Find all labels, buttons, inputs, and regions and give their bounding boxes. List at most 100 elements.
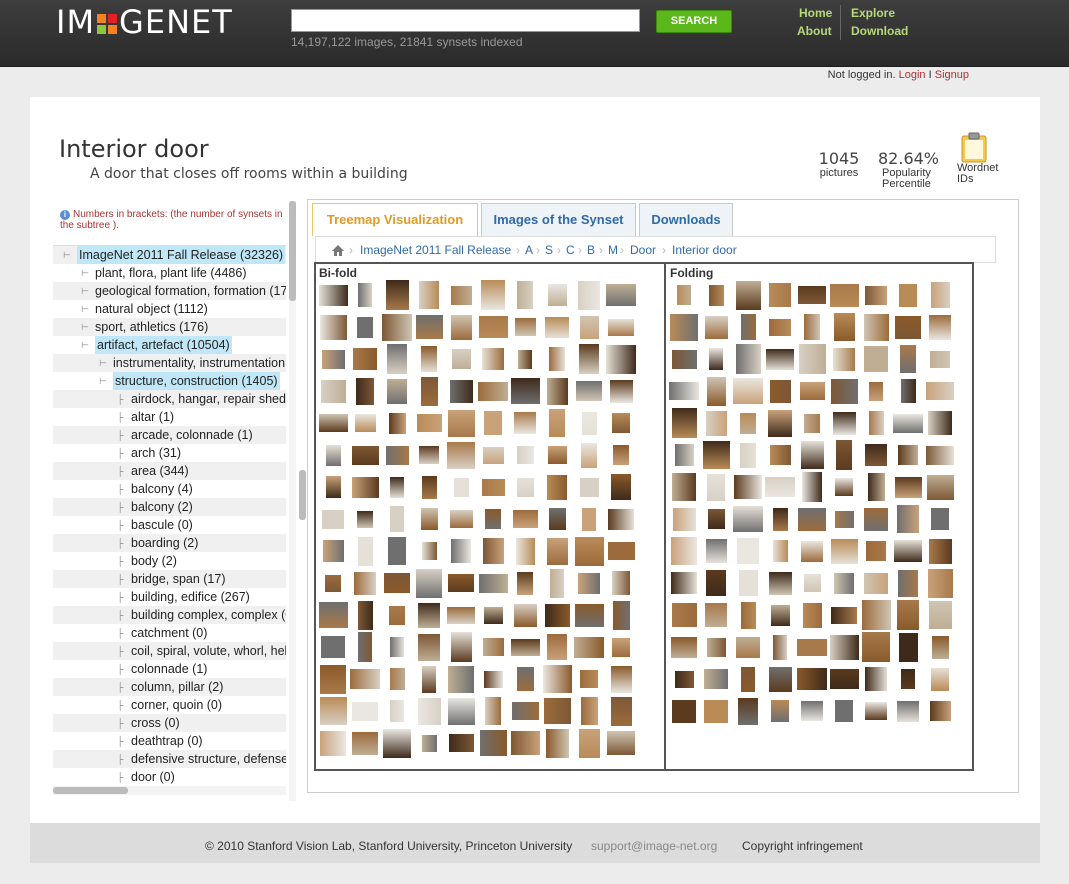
treemap-thumbnail[interactable] — [581, 411, 597, 435]
treemap-thumbnail[interactable] — [672, 699, 696, 723]
treemap-thumbnail[interactable] — [738, 697, 758, 725]
tree-node[interactable]: ├ building, edifice (267) — [53, 588, 286, 606]
tree-twisty-icon[interactable]: ⊢ — [81, 264, 89, 282]
treemap-thumbnail[interactable] — [705, 539, 727, 563]
treemap-thumbnail[interactable] — [418, 633, 440, 661]
treemap-thumbnail[interactable] — [766, 348, 794, 370]
treemap-thumbnail[interactable] — [351, 476, 379, 498]
tree-twisty-icon[interactable]: ├ — [117, 408, 123, 426]
breadcrumb-item-s[interactable]: S — [545, 237, 553, 263]
treemap-thumbnail[interactable] — [576, 381, 602, 401]
treemap-thumbnail[interactable] — [867, 473, 885, 501]
treemap-thumbnail[interactable] — [580, 697, 598, 725]
tree-twisty-icon[interactable]: ⊢ — [81, 300, 89, 318]
treemap-thumbnail[interactable] — [928, 538, 952, 564]
treemap-thumbnail[interactable] — [390, 476, 404, 498]
tree-node[interactable]: ├ bridge, span (17) — [53, 570, 286, 588]
treemap-thumbnail[interactable] — [512, 510, 538, 528]
treemap-thumbnail[interactable] — [894, 540, 922, 562]
treemap-thumbnail[interactable] — [448, 734, 474, 752]
treemap-thumbnail[interactable] — [900, 379, 916, 403]
treemap-thumbnail[interactable] — [861, 600, 891, 630]
treemap-thumbnail[interactable] — [864, 507, 888, 531]
treemap-thumbnail[interactable] — [741, 666, 755, 692]
treemap-thumbnail[interactable] — [735, 280, 761, 310]
treemap-thumbnail[interactable] — [733, 378, 763, 404]
treemap-thumbnail[interactable] — [545, 728, 569, 758]
treemap-thumbnail[interactable] — [702, 441, 730, 469]
treemap-thumbnail[interactable] — [384, 573, 410, 593]
treemap-thumbnail[interactable] — [516, 446, 534, 464]
treemap-thumbnail[interactable] — [325, 574, 341, 592]
tree-twisty-icon[interactable]: ├ — [117, 534, 123, 552]
treemap-thumbnail[interactable] — [866, 541, 886, 561]
tree-twisty-icon[interactable]: ├ — [117, 696, 123, 714]
treemap-thumbnail[interactable] — [798, 286, 826, 304]
treemap-thumbnail[interactable] — [357, 600, 373, 630]
synset-tree[interactable]: ⊢ ImageNet 2011 Fall Release (32326) ⊢ plan… — [53, 245, 286, 785]
treemap-thumbnail[interactable] — [485, 697, 501, 725]
treemap-thumbnail[interactable] — [830, 378, 858, 404]
treemap-thumbnail[interactable] — [801, 540, 823, 562]
treemap-thumbnail[interactable] — [927, 568, 953, 598]
treemap-thumbnail[interactable] — [929, 701, 951, 721]
treemap-thumbnail[interactable] — [893, 413, 923, 433]
treemap-thumbnail[interactable] — [448, 665, 474, 693]
treemap-thumbnail[interactable] — [352, 731, 378, 755]
treemap-thumbnail[interactable] — [736, 636, 760, 658]
tree-node-label[interactable]: catchment (0) — [131, 624, 207, 642]
treemap-thumbnail[interactable] — [387, 378, 407, 404]
login-link[interactable]: Login — [899, 69, 926, 81]
treemap-thumbnail[interactable] — [768, 571, 792, 595]
treemap-thumbnail[interactable] — [831, 606, 857, 624]
treemap-thumbnail[interactable] — [607, 731, 635, 755]
treemap-thumbnail[interactable] — [612, 413, 630, 433]
treemap-thumbnail[interactable] — [544, 603, 570, 627]
treemap-thumbnail[interactable] — [899, 283, 917, 307]
treemap-thumbnail[interactable] — [516, 477, 534, 497]
treemap-thumbnail[interactable] — [704, 699, 728, 723]
treemap-thumbnail[interactable] — [671, 572, 697, 594]
treemap-thumbnail[interactable] — [737, 538, 759, 564]
treemap-thumbnail[interactable] — [613, 445, 629, 465]
treemap-thumbnail[interactable] — [707, 473, 725, 501]
treemap-thumbnail[interactable] — [706, 376, 726, 406]
tree-twisty-icon[interactable]: ├ — [117, 606, 123, 624]
treemap-thumbnail[interactable] — [928, 411, 952, 435]
treemap-thumbnail[interactable] — [416, 414, 442, 432]
treemap-thumbnail[interactable] — [798, 344, 826, 374]
treemap-thumbnail[interactable] — [738, 570, 758, 596]
treemap-thumbnail[interactable] — [897, 600, 919, 630]
tree-twisty-icon[interactable]: ├ — [117, 498, 123, 516]
treemap-thumbnail[interactable] — [387, 344, 407, 374]
treemap-thumbnail[interactable] — [478, 316, 508, 338]
treemap-thumbnail[interactable] — [931, 667, 949, 691]
treemap-thumbnail[interactable] — [450, 314, 472, 340]
tree-twisty-icon[interactable]: ├ — [117, 642, 123, 660]
treemap-thumbnail[interactable] — [390, 700, 404, 722]
treemap-thumbnail[interactable] — [671, 408, 697, 438]
treemap-thumbnail[interactable] — [797, 668, 827, 690]
treemap-thumbnail[interactable] — [608, 318, 634, 336]
treemap-thumbnail[interactable] — [734, 475, 762, 499]
tree-horizontal-scrollbar[interactable] — [53, 786, 286, 795]
treemap-thumbnail[interactable] — [325, 444, 341, 466]
treemap-thumbnail[interactable] — [548, 508, 566, 530]
treemap-thumbnail[interactable] — [546, 377, 568, 405]
treemap-thumbnail[interactable] — [865, 444, 887, 466]
tree-node[interactable]: ├ deathtrap (0) — [53, 732, 286, 750]
treemap-thumbnail[interactable] — [868, 411, 884, 435]
treemap-thumbnail[interactable] — [447, 441, 475, 469]
tree-node-label[interactable]: ImageNet 2011 Fall Release (32326) — [77, 246, 286, 264]
treemap-thumbnail[interactable] — [320, 730, 346, 756]
treemap-thumbnail[interactable] — [389, 605, 405, 625]
treemap-thumbnail[interactable] — [578, 280, 600, 310]
treemap-thumbnail[interactable] — [318, 414, 348, 432]
tree-node-label[interactable]: plant, flora, plant life (4486) — [95, 264, 246, 282]
tree-node-label[interactable]: building complex, complex (0) — [131, 606, 286, 624]
treemap-thumbnail[interactable] — [900, 345, 916, 373]
treemap-thumbnail[interactable] — [449, 379, 473, 403]
tree-node[interactable]: ├ body (2) — [53, 552, 286, 570]
treemap-thumbnail[interactable] — [612, 571, 630, 595]
treemap-thumbnail[interactable] — [709, 348, 723, 370]
